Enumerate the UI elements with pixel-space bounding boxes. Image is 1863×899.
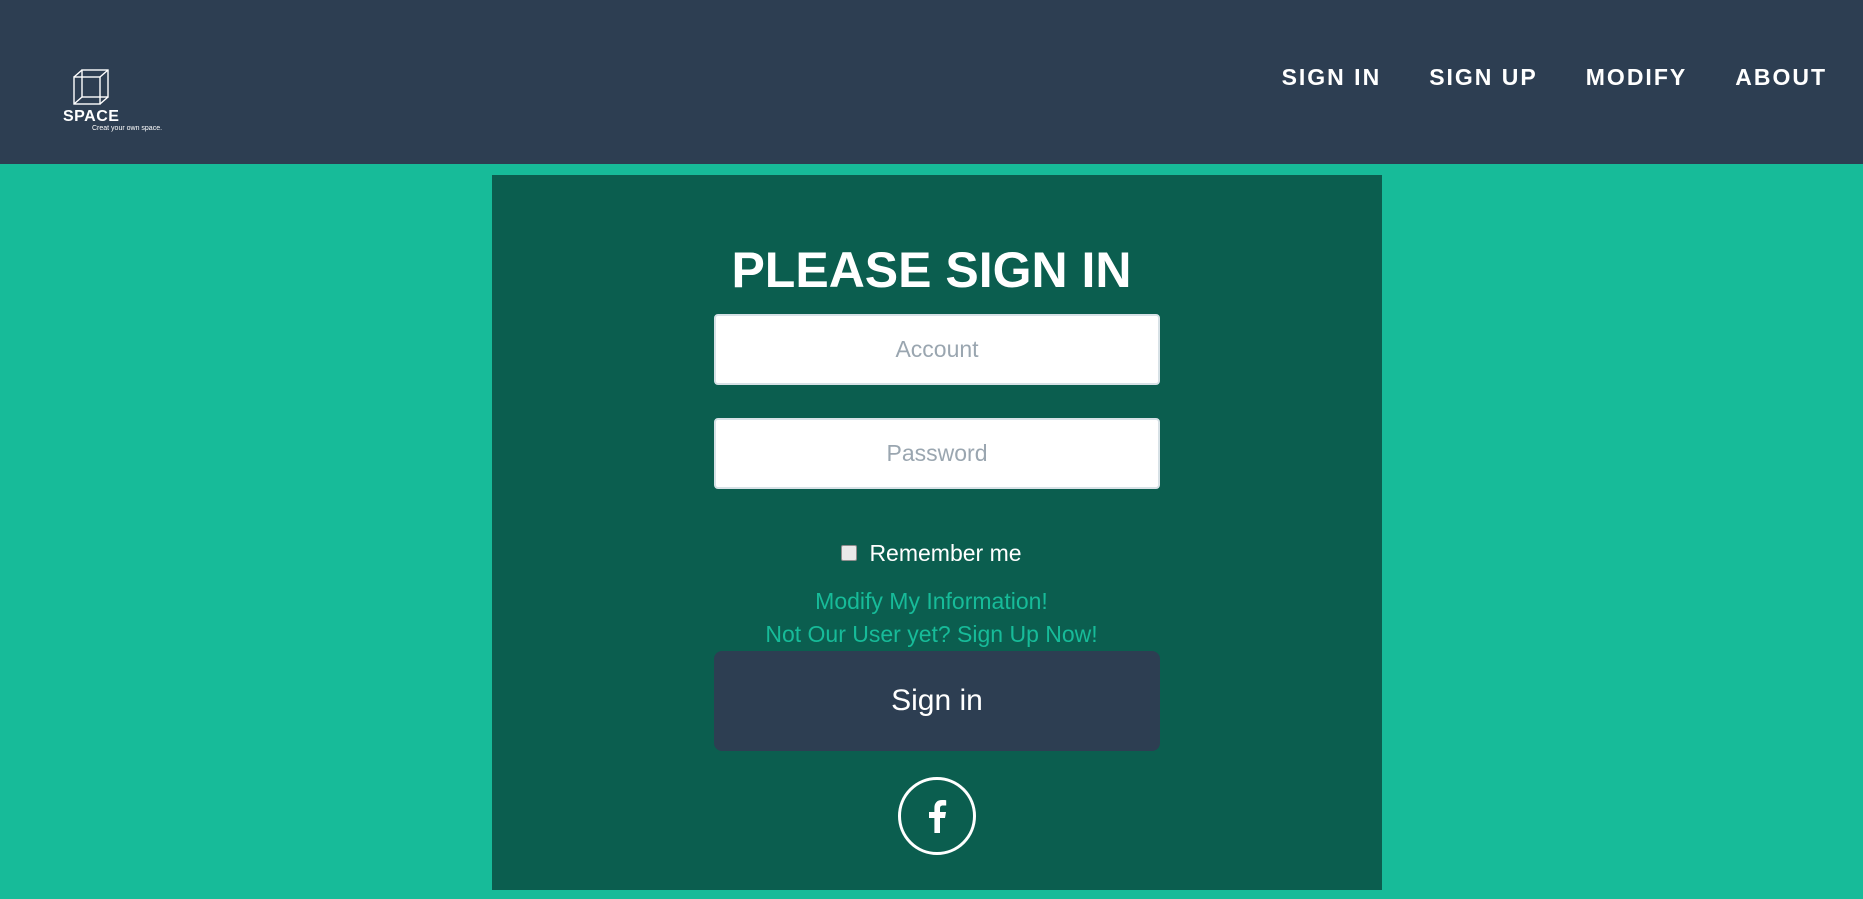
nav-sign-up[interactable]: SIGN UP xyxy=(1429,62,1538,92)
remember-me-checkbox[interactable] xyxy=(841,545,858,561)
password-input[interactable] xyxy=(714,418,1160,489)
cube-logo-icon xyxy=(73,69,109,105)
nav-about[interactable]: ABOUT xyxy=(1735,62,1827,92)
remember-me-label[interactable]: Remember me xyxy=(869,538,1021,568)
nav-sign-in[interactable]: SIGN IN xyxy=(1282,62,1382,92)
remember-me-row: Remember me xyxy=(0,538,1863,568)
sign-up-link[interactable]: Not Our User yet? Sign Up Now! xyxy=(0,619,1863,649)
logo-name: SPACE xyxy=(63,108,120,125)
logo-tagline: Creat your own space. xyxy=(92,125,163,132)
nav-modify[interactable]: MODIFY xyxy=(1586,62,1687,92)
modify-info-link[interactable]: Modify My Information! xyxy=(0,586,1863,616)
page-title: PLEASE SIGN IN xyxy=(731,242,1132,298)
facebook-login-button[interactable] xyxy=(898,777,976,855)
facebook-icon xyxy=(929,800,947,833)
top-navbar: SPACE Creat your own space. SIGN IN SIGN… xyxy=(0,0,1863,164)
sign-in-button[interactable]: Sign in xyxy=(714,651,1160,751)
account-input[interactable] xyxy=(714,314,1160,385)
main-nav: SIGN IN SIGN UP MODIFY ABOUT xyxy=(1282,62,1827,92)
space-logo[interactable]: SPACE Creat your own space. xyxy=(62,68,182,138)
